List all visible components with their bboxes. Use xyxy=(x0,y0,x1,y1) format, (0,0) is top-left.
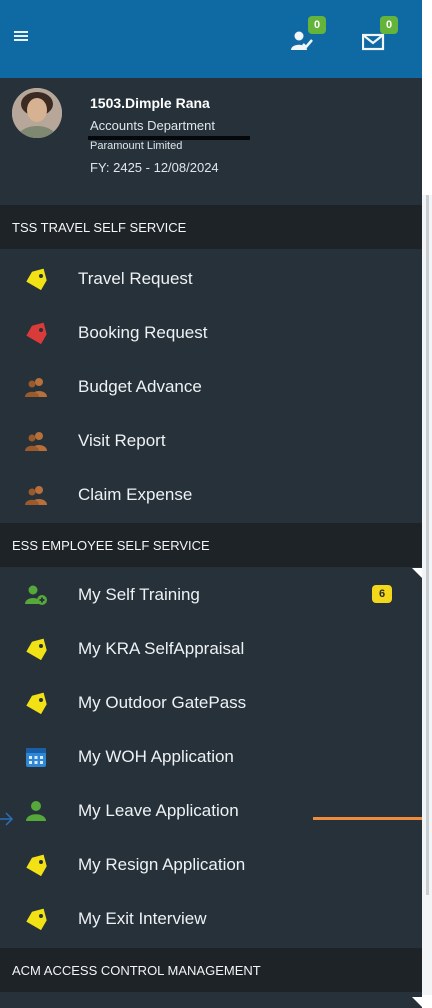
financial-year: FY: 2425 - 12/08/2024 xyxy=(90,160,219,175)
tag-icon xyxy=(24,691,48,715)
menu-item-travel-request[interactable]: Travel Request xyxy=(0,252,422,306)
menu-item-my-outdoor-gatepass[interactable]: My Outdoor GatePass xyxy=(0,676,422,730)
users-icon xyxy=(24,429,48,453)
sidebar-app: 0 0 1503.Dimple Rana Accounts Department… xyxy=(0,0,422,1008)
calendar-icon xyxy=(24,745,48,769)
menu-item-my-self-training[interactable]: My Self Training 6 xyxy=(0,568,422,622)
tag-icon xyxy=(24,267,48,291)
tag-icon xyxy=(24,853,48,877)
menu-item-my-kra-selfappraisal[interactable]: My KRA SelfAppraisal xyxy=(0,622,422,676)
menu-item-visit-report[interactable]: Visit Report xyxy=(0,414,422,468)
menu-item-label: Booking Request xyxy=(78,323,208,342)
user-icon xyxy=(24,799,48,823)
user-name: 1503.Dimple Rana xyxy=(90,95,210,111)
menu-item-label: My Exit Interview xyxy=(78,909,207,928)
menu-item-label: Travel Request xyxy=(78,269,193,288)
top-bar: 0 0 xyxy=(0,0,422,78)
menu-item-label: My Leave Application xyxy=(78,801,239,820)
menu-item-my-leave-application[interactable]: My Leave Application xyxy=(0,784,422,838)
menu-item-label: Claim Expense xyxy=(78,485,193,504)
user-check-icon[interactable]: 0 xyxy=(290,16,326,52)
menu-item-my-resign-application[interactable]: My Resign Application xyxy=(0,838,422,892)
menu-item-label: My WOH Application xyxy=(78,747,234,766)
tag-icon xyxy=(24,907,48,931)
menu-item-my-woh-application[interactable]: My WOH Application xyxy=(0,730,422,784)
company-name: Paramount Limited xyxy=(90,140,183,152)
users-icon xyxy=(24,483,48,507)
tag-icon xyxy=(24,321,48,345)
users-icon xyxy=(24,375,48,399)
tag-icon xyxy=(24,637,48,661)
menu-item-budget-advance[interactable]: Budget Advance xyxy=(0,360,422,414)
notification-badge: 0 xyxy=(308,16,326,34)
section-header-ess[interactable]: ESS EMPLOYEE SELF SERVICE xyxy=(0,523,422,567)
menu-item-label: Budget Advance xyxy=(78,377,202,396)
count-badge: 6 xyxy=(372,585,392,603)
user-add-icon xyxy=(24,583,48,607)
hamburger-icon[interactable] xyxy=(14,31,28,42)
envelope-icon[interactable]: 0 xyxy=(361,16,398,52)
menu-item-booking-request[interactable]: Booking Request xyxy=(0,306,422,360)
section-header-acm[interactable]: ACM ACCESS CONTROL MANAGEMENT xyxy=(0,948,422,992)
menu-item-my-exit-interview[interactable]: My Exit Interview xyxy=(0,892,422,946)
menu-item-label: My Resign Application xyxy=(78,855,246,874)
scrollbar-thumb[interactable] xyxy=(426,195,429,895)
menu-item-label: Visit Report xyxy=(78,431,166,450)
menu-item-claim-expense[interactable]: Claim Expense xyxy=(0,468,422,522)
annotation-arrow-icon xyxy=(0,812,14,826)
menu-item-label: My Self Training xyxy=(78,585,200,604)
user-profile: 1503.Dimple Rana Accounts Department Par… xyxy=(0,78,422,200)
user-department: Accounts Department xyxy=(90,118,216,133)
menu-item-label: My KRA SelfAppraisal xyxy=(78,639,245,658)
annotation-arrow-line xyxy=(313,817,422,820)
message-badge: 0 xyxy=(380,16,398,34)
menu-item-label: My Outdoor GatePass xyxy=(78,693,247,712)
submenu-indicator xyxy=(412,997,422,1007)
submenu-indicator xyxy=(412,568,422,578)
section-header-tss[interactable]: TSS TRAVEL SELF SERVICE xyxy=(0,205,422,249)
avatar[interactable] xyxy=(12,88,62,138)
